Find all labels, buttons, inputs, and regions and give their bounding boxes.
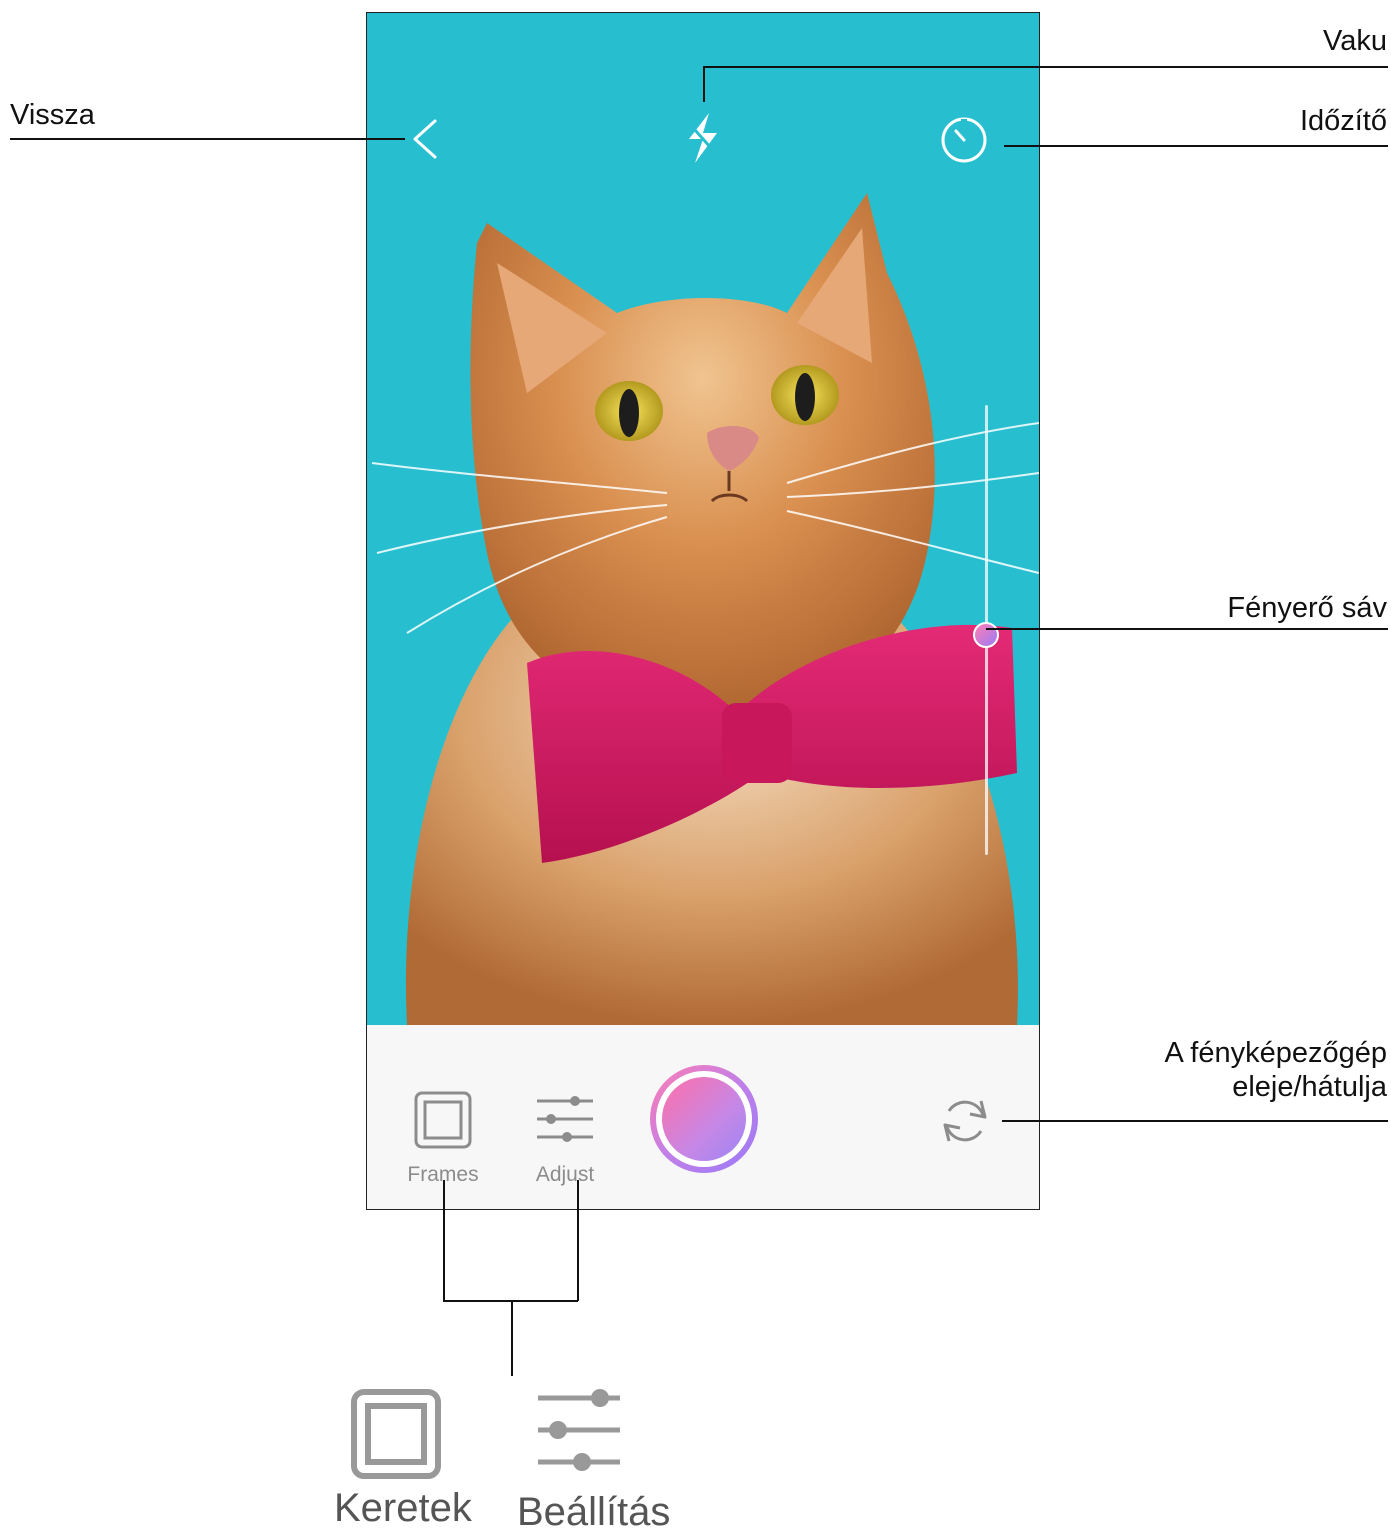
camera-viewfinder[interactable] — [367, 13, 1039, 1025]
frames-icon — [414, 1091, 472, 1149]
adjust-sliders-icon-large — [538, 1389, 620, 1471]
flash-callout-line — [703, 66, 1388, 68]
adjust-sliders-icon — [537, 1096, 593, 1142]
brightness-callout: Fényerő sáv — [1227, 592, 1387, 624]
shutter-core — [662, 1077, 746, 1161]
brightness-callout-line — [986, 628, 1388, 630]
frames-icon-large — [351, 1389, 441, 1479]
phone-screen: Frames Adjust — [366, 12, 1040, 1210]
brightness-slider-thumb[interactable] — [973, 621, 999, 648]
frames-legend-label: Keretek — [334, 1486, 472, 1530]
back-callout: Vissza — [10, 99, 95, 131]
flip-camera-callout-line — [1002, 1120, 1388, 1122]
timer-callout-line — [1004, 145, 1388, 147]
flip-camera-icon[interactable] — [937, 1093, 993, 1149]
shutter-button[interactable] — [650, 1065, 758, 1173]
flash-icon[interactable] — [679, 111, 727, 165]
timer-icon[interactable] — [937, 111, 991, 165]
chevron-left-icon[interactable] — [407, 117, 443, 161]
frames-bracket-line — [443, 1180, 445, 1301]
adjust-label: Adjust — [535, 1163, 595, 1186]
bracket-stem — [511, 1300, 513, 1376]
flip-camera-callout-line2: eleje/hátulja — [1232, 1071, 1387, 1103]
timer-callout: Időzítő — [1299, 105, 1387, 137]
camera-toolbar: Frames Adjust — [367, 1025, 1039, 1209]
adjust-button[interactable]: Adjust — [527, 1089, 603, 1201]
flash-callout-connector — [703, 66, 705, 102]
flip-camera-callout-line1: A fényképezőgép — [1164, 1037, 1387, 1069]
adjust-bracket-line — [577, 1180, 579, 1301]
adjust-legend-label: Beállítás — [517, 1490, 671, 1534]
back-callout-line — [10, 138, 405, 140]
flash-callout: Vaku — [1323, 25, 1387, 57]
flip-camera-callout: A fényképezőgép eleje/hátulja — [1164, 1036, 1387, 1104]
